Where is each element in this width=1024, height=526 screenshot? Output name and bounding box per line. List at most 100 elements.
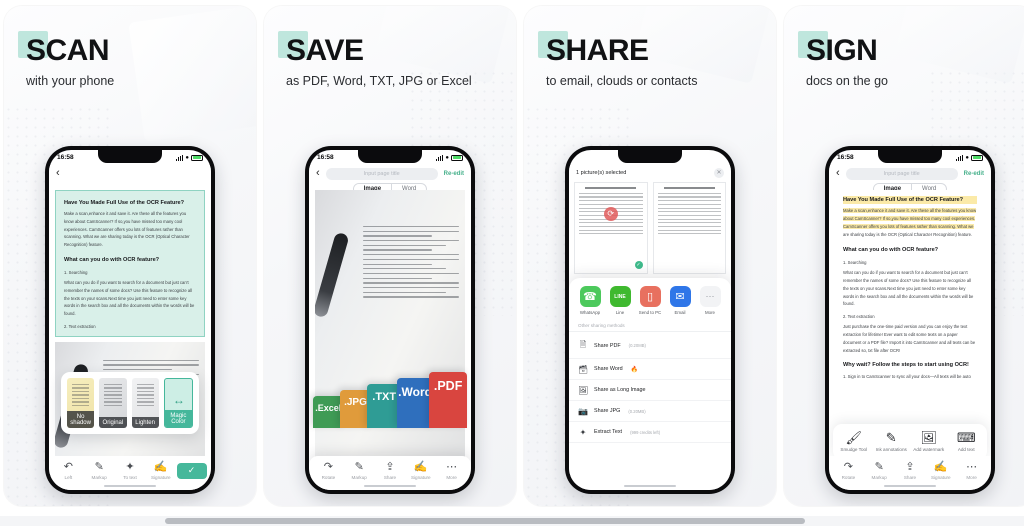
nav-bar[interactable]: ‹ Input page title Re-edit: [829, 165, 991, 182]
panel-sign[interactable]: SIGN docs on the go 16:58 ● ‹ Input page…: [784, 6, 1024, 506]
share-app-line[interactable]: LINE Line: [606, 286, 634, 315]
re-edit-button[interactable]: Re-edit: [444, 171, 464, 177]
toolbar-label: Rotate: [321, 474, 336, 480]
toolbar-item-share[interactable]: ⇪ Share: [895, 461, 925, 480]
doc-item3-body: 1. Sign in to CamScanner to sync all you…: [843, 373, 971, 379]
status-time: 16:58: [317, 154, 334, 161]
phone-screen: 16:58 ● ‹ Input page title Re-edit Image: [829, 150, 991, 490]
tool-ink-annotations[interactable]: ✎ Ink annotations: [873, 431, 909, 452]
panel-save[interactable]: SAVE as PDF, Word, TXT, JPG or Excel 16:…: [264, 6, 516, 506]
panel-share[interactable]: SHARE to email, clouds or contacts 1 pic…: [524, 6, 776, 506]
doc-item3-title: Why wait? Follow the steps to start usin…: [843, 362, 969, 369]
filter-label: Original: [99, 417, 127, 428]
thumb-heading-bar: [585, 187, 637, 189]
back-button[interactable]: ‹: [836, 168, 840, 179]
filter-option-no-shadow[interactable]: No shadow: [67, 378, 95, 428]
word-icon: 🗃: [578, 364, 589, 374]
share-app-row[interactable]: ☎ WhatsApp LINE Line ▯ Send to PC ✉ Emai…: [569, 286, 731, 323]
magic-color-icon: ↔: [172, 393, 185, 408]
page-subtitle: as PDF, Word, TXT, JPG or Excel: [286, 74, 472, 88]
filter-option-original[interactable]: Original: [99, 378, 127, 428]
share-row-extract-text[interactable]: ✦ Extract Text (999 credits left): [569, 422, 731, 443]
pdf-icon: 🗎: [579, 339, 587, 349]
filter-option-lighten[interactable]: Lighten: [131, 378, 159, 428]
document-viewport[interactable]: [315, 190, 465, 490]
thumbnail-item[interactable]: [652, 182, 726, 274]
nav-bar[interactable]: ‹ Input page title Re-edit: [309, 165, 471, 182]
toolbar-item-share[interactable]: ⇪ Share: [375, 460, 405, 480]
page-subtitle: with your phone: [26, 74, 115, 88]
check-icon: ✓: [634, 261, 643, 269]
notch: [618, 150, 682, 163]
share-app-more[interactable]: ⋯ More: [696, 286, 724, 315]
filter-option-magic-color[interactable]: ↔ Magic Color: [163, 378, 193, 428]
toolbar-item-markup[interactable]: ✎ Markup: [864, 461, 894, 480]
page-title: SHARE: [546, 34, 649, 67]
share-row-pdf[interactable]: 🗎 Share PDF (0.20MB): [569, 333, 731, 359]
selected-thumbnails[interactable]: ⟳ ✓: [574, 182, 726, 274]
share-row-word[interactable]: 🗃 Share Word 🔥: [569, 359, 731, 380]
share-sheet[interactable]: ☎ WhatsApp LINE Line ▯ Send to PC ✉ Emai…: [569, 278, 731, 490]
tool-add-text[interactable]: ⌨ Add text: [948, 431, 984, 452]
toolbar-item-left[interactable]: ↶ Left: [53, 461, 83, 480]
filter-selector[interactable]: No shadow Original Lighten ↔ Magic Color: [61, 372, 199, 434]
toolbar-item-signature[interactable]: ✍ Signature: [926, 461, 956, 480]
re-edit-button[interactable]: Re-edit: [964, 171, 984, 177]
toolbar-item-rotate[interactable]: ↷ Rotate: [833, 461, 863, 480]
panel-scan[interactable]: SCAN with your phone 16:58 ● ‹ Have You …: [4, 6, 256, 506]
scrollbar-thumb[interactable]: [165, 518, 805, 524]
format-card-txt[interactable]: .TXT: [367, 384, 401, 428]
toolbar-item-markup[interactable]: ✎ Markup: [344, 461, 374, 480]
toolbar-item-signature[interactable]: ✍ Signature: [146, 461, 176, 480]
doc-paragraph-highlighted: Make a scan,enhance it and save it. Are …: [843, 208, 977, 229]
share-app-email[interactable]: ✉ Email: [666, 286, 694, 315]
format-card-excel[interactable]: .Excel: [313, 396, 344, 428]
document-viewport[interactable]: Have You Made Full Use of the OCR Featur…: [55, 190, 205, 490]
toolbar-item-more[interactable]: ⋯ More: [437, 461, 467, 480]
share-options-list[interactable]: 🗎 Share PDF (0.20MB) 🗃 Share Word 🔥 🖼 Sh…: [569, 332, 731, 444]
horizontal-scrollbar[interactable]: [0, 516, 1024, 526]
toolbar-item-rotate[interactable]: ↷ Rotate: [313, 461, 343, 480]
filter-thumb: [104, 384, 122, 408]
format-card-word[interactable]: .Word: [396, 378, 434, 428]
format-card-pdf[interactable]: .PDF: [429, 372, 468, 428]
page-title: SCAN: [26, 34, 110, 67]
scanned-page-overlay[interactable]: Have You Made Full Use of the OCR Featur…: [55, 190, 205, 338]
page-title-input[interactable]: Input page title: [325, 167, 438, 180]
toolbar-label: Markup: [91, 474, 107, 480]
nav-bar: ‹: [49, 165, 211, 182]
format-cards[interactable]: .Excel .JPG .TXT .Word .PDF: [313, 368, 468, 428]
toolbar-item-markup[interactable]: ✎ Markup: [84, 461, 114, 480]
confirm-button[interactable]: ✓: [176, 462, 207, 479]
share-app-whatsapp[interactable]: ☎ WhatsApp: [576, 286, 604, 315]
share-row-jpg[interactable]: 📷 Share JPG (0.20MB): [569, 401, 731, 422]
back-button[interactable]: ‹: [56, 168, 60, 179]
panel-header: SCAN with your phone: [18, 31, 115, 88]
battery-icon: [191, 154, 203, 161]
phone-screen: 1 picture(s) selected ✕ ⟳ ✓ ☎ WhatsApp L…: [569, 150, 731, 490]
panel-header: SAVE as PDF, Word, TXT, JPG or Excel: [278, 31, 472, 88]
phone-mockup-save: 16:58 ● ‹ Input page title Re-edit Image: [305, 146, 475, 494]
toolbar-label: Signature: [410, 474, 431, 480]
tool-add-watermark[interactable]: 🖼 Add watermark: [911, 431, 947, 452]
doc-item1-title: 1. Searching: [843, 260, 867, 266]
edit-tools-card[interactable]: 🖌 Smudge Tool ✎ Ink annotations 🖼 Add wa…: [833, 424, 987, 460]
sheen-decoration: [894, 6, 1024, 84]
close-icon[interactable]: ✕: [714, 167, 724, 178]
share-row-long-image[interactable]: 🖼 Share as Long Image: [569, 380, 731, 401]
toolbar-label: Markup: [351, 474, 367, 480]
toolbar-item-to-text[interactable]: ✦ To text: [115, 461, 145, 480]
share-app-send-to-pc[interactable]: ▯ Send to PC: [636, 286, 664, 315]
wifi-icon: ●: [445, 154, 449, 161]
toolbar-item-more[interactable]: ⋯ More: [957, 461, 987, 480]
toolbar-label: More: [446, 474, 457, 480]
tool-smudge[interactable]: 🖌 Smudge Tool: [836, 431, 872, 452]
back-button[interactable]: ‹: [316, 168, 320, 179]
toolbar-item-signature[interactable]: ✍ Signature: [406, 461, 436, 480]
thumbnail-item[interactable]: ⟳ ✓: [574, 182, 648, 274]
app-label: Line: [615, 310, 625, 315]
page-title-input[interactable]: Input page title: [845, 167, 958, 180]
page-subtitle: docs on the go: [806, 74, 889, 88]
doc-item2-title: 2. Text extraction: [843, 314, 875, 320]
share-icon: ⇪: [385, 460, 395, 473]
